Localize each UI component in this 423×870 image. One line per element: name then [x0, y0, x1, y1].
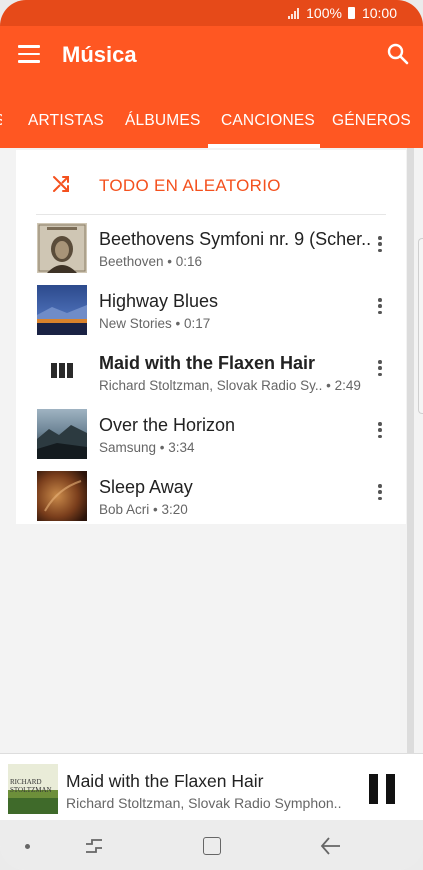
tab-partial-left[interactable]: S — [0, 86, 2, 148]
more-options-icon[interactable] — [378, 236, 382, 252]
tab-albumes[interactable]: ÁLBUMES — [125, 86, 200, 148]
album-art — [37, 285, 87, 335]
shuffle-all-button[interactable]: TODO EN ALEATORIO — [16, 150, 406, 216]
back-icon[interactable] — [320, 836, 342, 856]
pause-icon[interactable] — [369, 774, 395, 804]
album-art-text: STOLTZMAN — [10, 786, 52, 794]
song-subtitle: Beethoven • 0:16 — [99, 254, 203, 269]
album-art-text: RICHARD — [10, 778, 42, 786]
battery-icon — [347, 7, 355, 19]
song-subtitle: Bob Acri • 3:20 — [99, 502, 188, 517]
battery-percent: 100% — [306, 5, 342, 21]
album-art — [37, 409, 87, 459]
mini-player[interactable]: RICHARD STOLTZMAN Maid with the Flaxen H… — [0, 753, 423, 820]
song-title: Highway Blues — [99, 291, 219, 311]
more-options-icon[interactable] — [378, 484, 382, 500]
song-title: Beethovens Symfoni nr. 9 (Scher.. — [99, 229, 372, 249]
song-subtitle: New Stories • 0:17 — [99, 316, 211, 331]
album-art — [37, 471, 87, 521]
navigation-bar — [0, 820, 423, 870]
album-art — [37, 223, 87, 273]
more-options-icon[interactable] — [378, 298, 382, 314]
more-options-icon[interactable] — [378, 422, 382, 438]
player-title: Maid with the Flaxen Hair — [66, 771, 264, 791]
tab-bar: S ARTISTAS ÁLBUMES CANCIONES GÉNEROS — [0, 86, 423, 148]
signal-icon — [288, 7, 300, 19]
status-bar: 100% 10:00 — [0, 0, 423, 26]
song-row[interactable]: Sleep Away Bob Acri • 3:20 — [16, 464, 406, 526]
more-options-icon[interactable] — [378, 360, 382, 376]
recents-icon[interactable] — [84, 836, 104, 856]
page-title: Música — [62, 42, 137, 67]
search-icon[interactable] — [386, 42, 410, 66]
song-list: TODO EN ALEATORIO Beethovens Symfoni nr.… — [16, 150, 406, 524]
app-bar: Música — [0, 26, 423, 86]
menu-icon[interactable] — [18, 45, 40, 63]
now-playing-icon — [51, 363, 73, 378]
tab-canciones[interactable]: CANCIONES — [221, 86, 315, 148]
song-row-now-playing[interactable]: Maid with the Flaxen Hair Richard Stoltz… — [16, 340, 406, 402]
song-subtitle: Samsung • 3:34 — [99, 440, 195, 455]
song-row[interactable]: Over the Horizon Samsung • 3:34 — [16, 402, 406, 464]
song-subtitle: Richard Stoltzman, Slovak Radio Sy.. • 2… — [99, 378, 361, 393]
active-tab-indicator — [208, 144, 320, 148]
edge-panel-handle[interactable] — [418, 238, 423, 414]
album-art: RICHARD STOLTZMAN — [8, 764, 58, 814]
song-title: Sleep Away — [99, 477, 193, 497]
tab-generos[interactable]: GÉNEROS — [332, 86, 411, 148]
hide-navbar-dot-icon[interactable] — [25, 844, 30, 849]
shuffle-icon — [53, 176, 69, 192]
song-row[interactable]: Beethovens Symfoni nr. 9 (Scher.. Beetho… — [16, 216, 406, 278]
player-subtitle: Richard Stoltzman, Slovak Radio Symphon.… — [66, 795, 342, 811]
phone-screen: 100% 10:00 Música S ARTISTAS ÁLBUMES CAN… — [0, 0, 423, 870]
tab-artistas[interactable]: ARTISTAS — [28, 86, 104, 148]
song-row[interactable]: Highway Blues New Stories • 0:17 — [16, 278, 406, 340]
shuffle-label: TODO EN ALEATORIO — [99, 176, 281, 195]
song-title: Over the Horizon — [99, 415, 236, 435]
clock: 10:00 — [361, 5, 397, 21]
home-icon[interactable] — [203, 837, 221, 855]
song-title: Maid with the Flaxen Hair — [99, 353, 316, 373]
scrollbar[interactable] — [407, 148, 414, 753]
divider — [36, 214, 386, 215]
